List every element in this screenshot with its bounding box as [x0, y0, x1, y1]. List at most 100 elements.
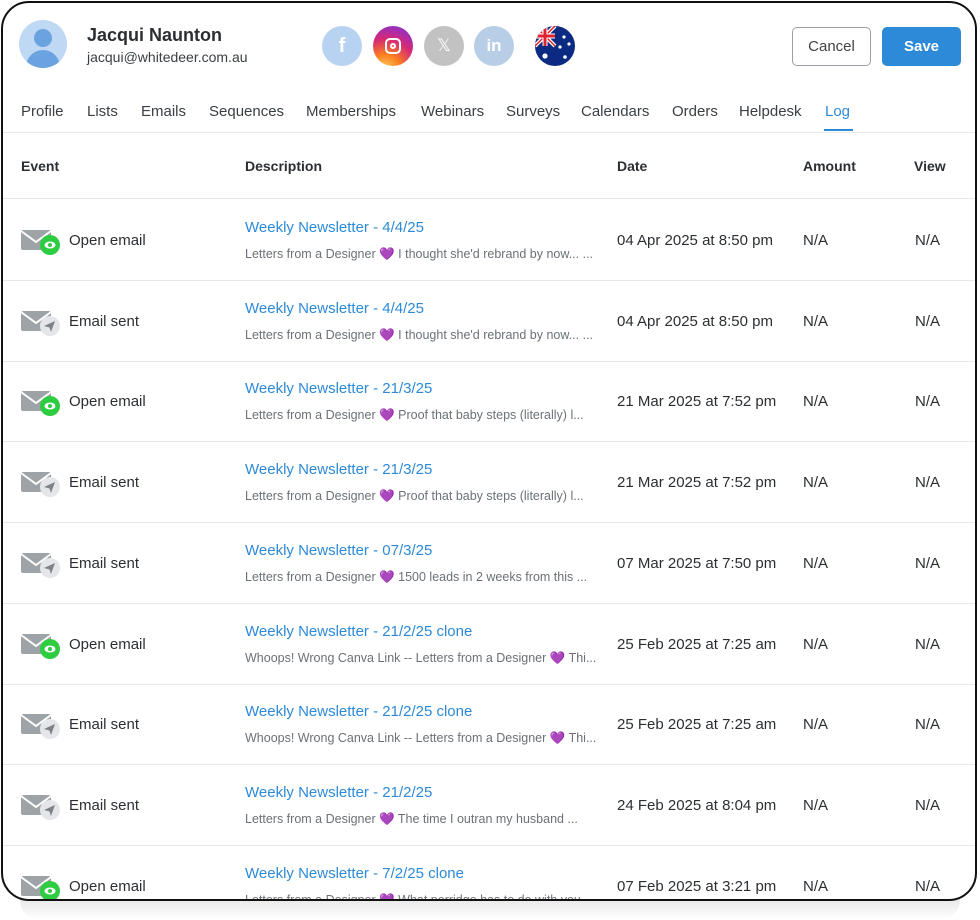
linkedin-icon[interactable]: in — [474, 26, 514, 66]
tab-orders[interactable]: Orders — [672, 103, 718, 120]
table-row: Open email Weekly Newsletter - 21/2/25 cl… — [3, 604, 975, 685]
event-view: N/A — [915, 877, 941, 895]
event-date: 24 Feb 2025 at 8:04 pm — [617, 796, 777, 814]
table-row: Open email Weekly Newsletter - 4/4/25 Lett… — [3, 200, 975, 281]
event-amount: N/A — [803, 716, 829, 734]
email-sent-icon — [20, 792, 62, 820]
event-label: Email sent — [69, 716, 140, 734]
email-subject: Letters from a Designer 💜 What porridge … — [245, 892, 592, 901]
contact-tabs: Profile Lists Emails Sequences Membershi… — [3, 91, 975, 133]
email-title-link[interactable]: Weekly Newsletter - 4/4/25 — [245, 219, 424, 236]
email-sent-icon — [20, 711, 62, 740]
email-title-link[interactable]: Weekly Newsletter - 21/2/25 clone — [245, 703, 472, 720]
event-label: Email sent — [69, 796, 140, 814]
tab-helpdesk[interactable]: Helpdesk — [739, 103, 802, 120]
tab-sequences[interactable]: Sequences — [209, 103, 284, 120]
email-opened-icon — [20, 873, 62, 899]
cancel-button[interactable]: Cancel — [792, 27, 871, 66]
contact-panel: Jacqui Naunton jacqui@whitedeer.com.au f… — [1, 1, 977, 901]
tab-emails[interactable]: Emails — [141, 103, 186, 120]
event-label: Open email — [69, 635, 146, 653]
instagram-icon[interactable] — [373, 26, 413, 66]
email-opened-icon — [20, 388, 62, 417]
event-date: 21 Mar 2025 at 7:52 pm — [617, 393, 777, 411]
x-twitter-icon[interactable]: 𝕏 — [424, 26, 464, 66]
event-date: 07 Feb 2025 at 3:21 pm — [617, 877, 777, 895]
event-view: N/A — [915, 716, 941, 734]
event-label: Email sent — [69, 554, 140, 572]
event-date: 25 Feb 2025 at 7:25 am — [617, 716, 777, 734]
event-date: 04 Apr 2025 at 8:50 pm — [617, 312, 773, 330]
column-header-description[interactable]: Description — [245, 158, 322, 174]
event-view: N/A — [915, 796, 941, 814]
email-subject: Letters from a Designer 💜 1500 leads in … — [245, 569, 588, 584]
tab-lists[interactable]: Lists — [87, 103, 118, 120]
event-view: N/A — [915, 474, 941, 492]
event-date: 21 Mar 2025 at 7:52 pm — [617, 474, 777, 492]
active-tab-indicator — [824, 129, 853, 131]
table-row: Open email Weekly Newsletter - 7/2/25 clo… — [3, 846, 975, 901]
email-subject: Letters from a Designer 💜 I thought she'… — [245, 327, 594, 342]
tab-profile[interactable]: Profile — [21, 103, 64, 120]
event-amount: N/A — [803, 312, 829, 330]
table-row: Email sent Weekly Newsletter - 4/4/25 Lett… — [3, 281, 975, 362]
event-label: Open email — [69, 877, 146, 895]
column-header-view[interactable]: View — [914, 158, 946, 174]
avatar — [19, 20, 67, 68]
tab-webinars[interactable]: Webinars — [421, 103, 484, 120]
email-subject: Letters from a Designer 💜 The time I out… — [245, 811, 578, 826]
event-label: Email sent — [69, 474, 140, 492]
email-sent-icon — [20, 550, 62, 578]
email-subject: Letters from a Designer 💜 Proof that bab… — [245, 408, 584, 423]
tab-surveys[interactable]: Surveys — [506, 103, 560, 120]
email-subject: Whoops! Wrong Canva Link -- Letters from… — [245, 650, 597, 665]
table-row: Email sent Weekly Newsletter - 21/2/25 Let… — [3, 765, 975, 846]
email-title-link[interactable]: Weekly Newsletter - 4/4/25 — [245, 300, 424, 317]
facebook-icon[interactable]: f — [322, 26, 362, 66]
column-header-date[interactable]: Date — [617, 158, 647, 174]
table-row: Email sent Weekly Newsletter - 21/2/25 cl… — [3, 684, 975, 766]
email-title-link[interactable]: Weekly Newsletter - 21/3/25 — [245, 461, 432, 478]
email-title-link[interactable]: Weekly Newsletter - 21/2/25 clone — [245, 623, 472, 640]
event-amount: N/A — [803, 554, 829, 572]
email-sent-icon — [20, 469, 62, 498]
column-header-event[interactable]: Event — [21, 158, 59, 174]
log-table-header: Event Description Date Amount View — [3, 134, 975, 199]
email-subject: Letters from a Designer 💜 Proof that bab… — [245, 489, 584, 504]
tab-calendars[interactable]: Calendars — [581, 103, 649, 120]
australia-flag-icon — [535, 26, 575, 66]
email-title-link[interactable]: Weekly Newsletter - 21/3/25 — [245, 380, 432, 397]
event-view: N/A — [915, 312, 941, 330]
event-amount: N/A — [803, 877, 829, 895]
event-view: N/A — [915, 635, 941, 653]
tab-log[interactable]: Log — [825, 103, 850, 120]
event-label: Open email — [69, 393, 146, 411]
event-view: N/A — [915, 232, 941, 249]
event-date: 04 Apr 2025 at 8:50 pm — [617, 232, 773, 249]
table-row: Email sent Weekly Newsletter - 21/3/25 Let… — [3, 442, 975, 524]
save-button[interactable]: Save — [882, 27, 961, 66]
email-opened-icon — [20, 631, 62, 659]
event-view: N/A — [915, 393, 941, 411]
column-header-amount[interactable]: Amount — [803, 158, 856, 174]
email-subject: Letters from a Designer 💜 I thought she'… — [245, 247, 594, 261]
email-title-link[interactable]: Weekly Newsletter - 21/2/25 — [245, 784, 432, 801]
email-subject: Whoops! Wrong Canva Link -- Letters from… — [245, 731, 597, 746]
contact-name: Jacqui Naunton — [87, 25, 223, 45]
event-amount: N/A — [803, 796, 829, 814]
email-title-link[interactable]: Weekly Newsletter - 07/3/25 — [245, 542, 432, 559]
event-date: 07 Mar 2025 at 7:50 pm — [617, 554, 777, 572]
table-row: Email sent Weekly Newsletter - 07/3/25 Let… — [3, 523, 975, 604]
email-sent-icon — [20, 308, 62, 336]
contact-email: jacqui@whitedeer.com.au — [87, 49, 248, 65]
table-row: Open email Weekly Newsletter - 21/3/25 Let… — [3, 361, 975, 443]
event-view: N/A — [915, 554, 941, 572]
event-amount: N/A — [803, 635, 829, 653]
event-amount: N/A — [803, 393, 829, 411]
contact-header: Jacqui Naunton jacqui@whitedeer.com.au f… — [3, 3, 975, 91]
event-date: 25 Feb 2025 at 7:25 am — [617, 635, 777, 653]
email-opened-icon — [20, 227, 62, 255]
event-amount: N/A — [803, 474, 829, 492]
email-title-link[interactable]: Weekly Newsletter - 7/2/25 clone — [245, 865, 464, 882]
tab-memberships[interactable]: Memberships — [306, 103, 396, 120]
